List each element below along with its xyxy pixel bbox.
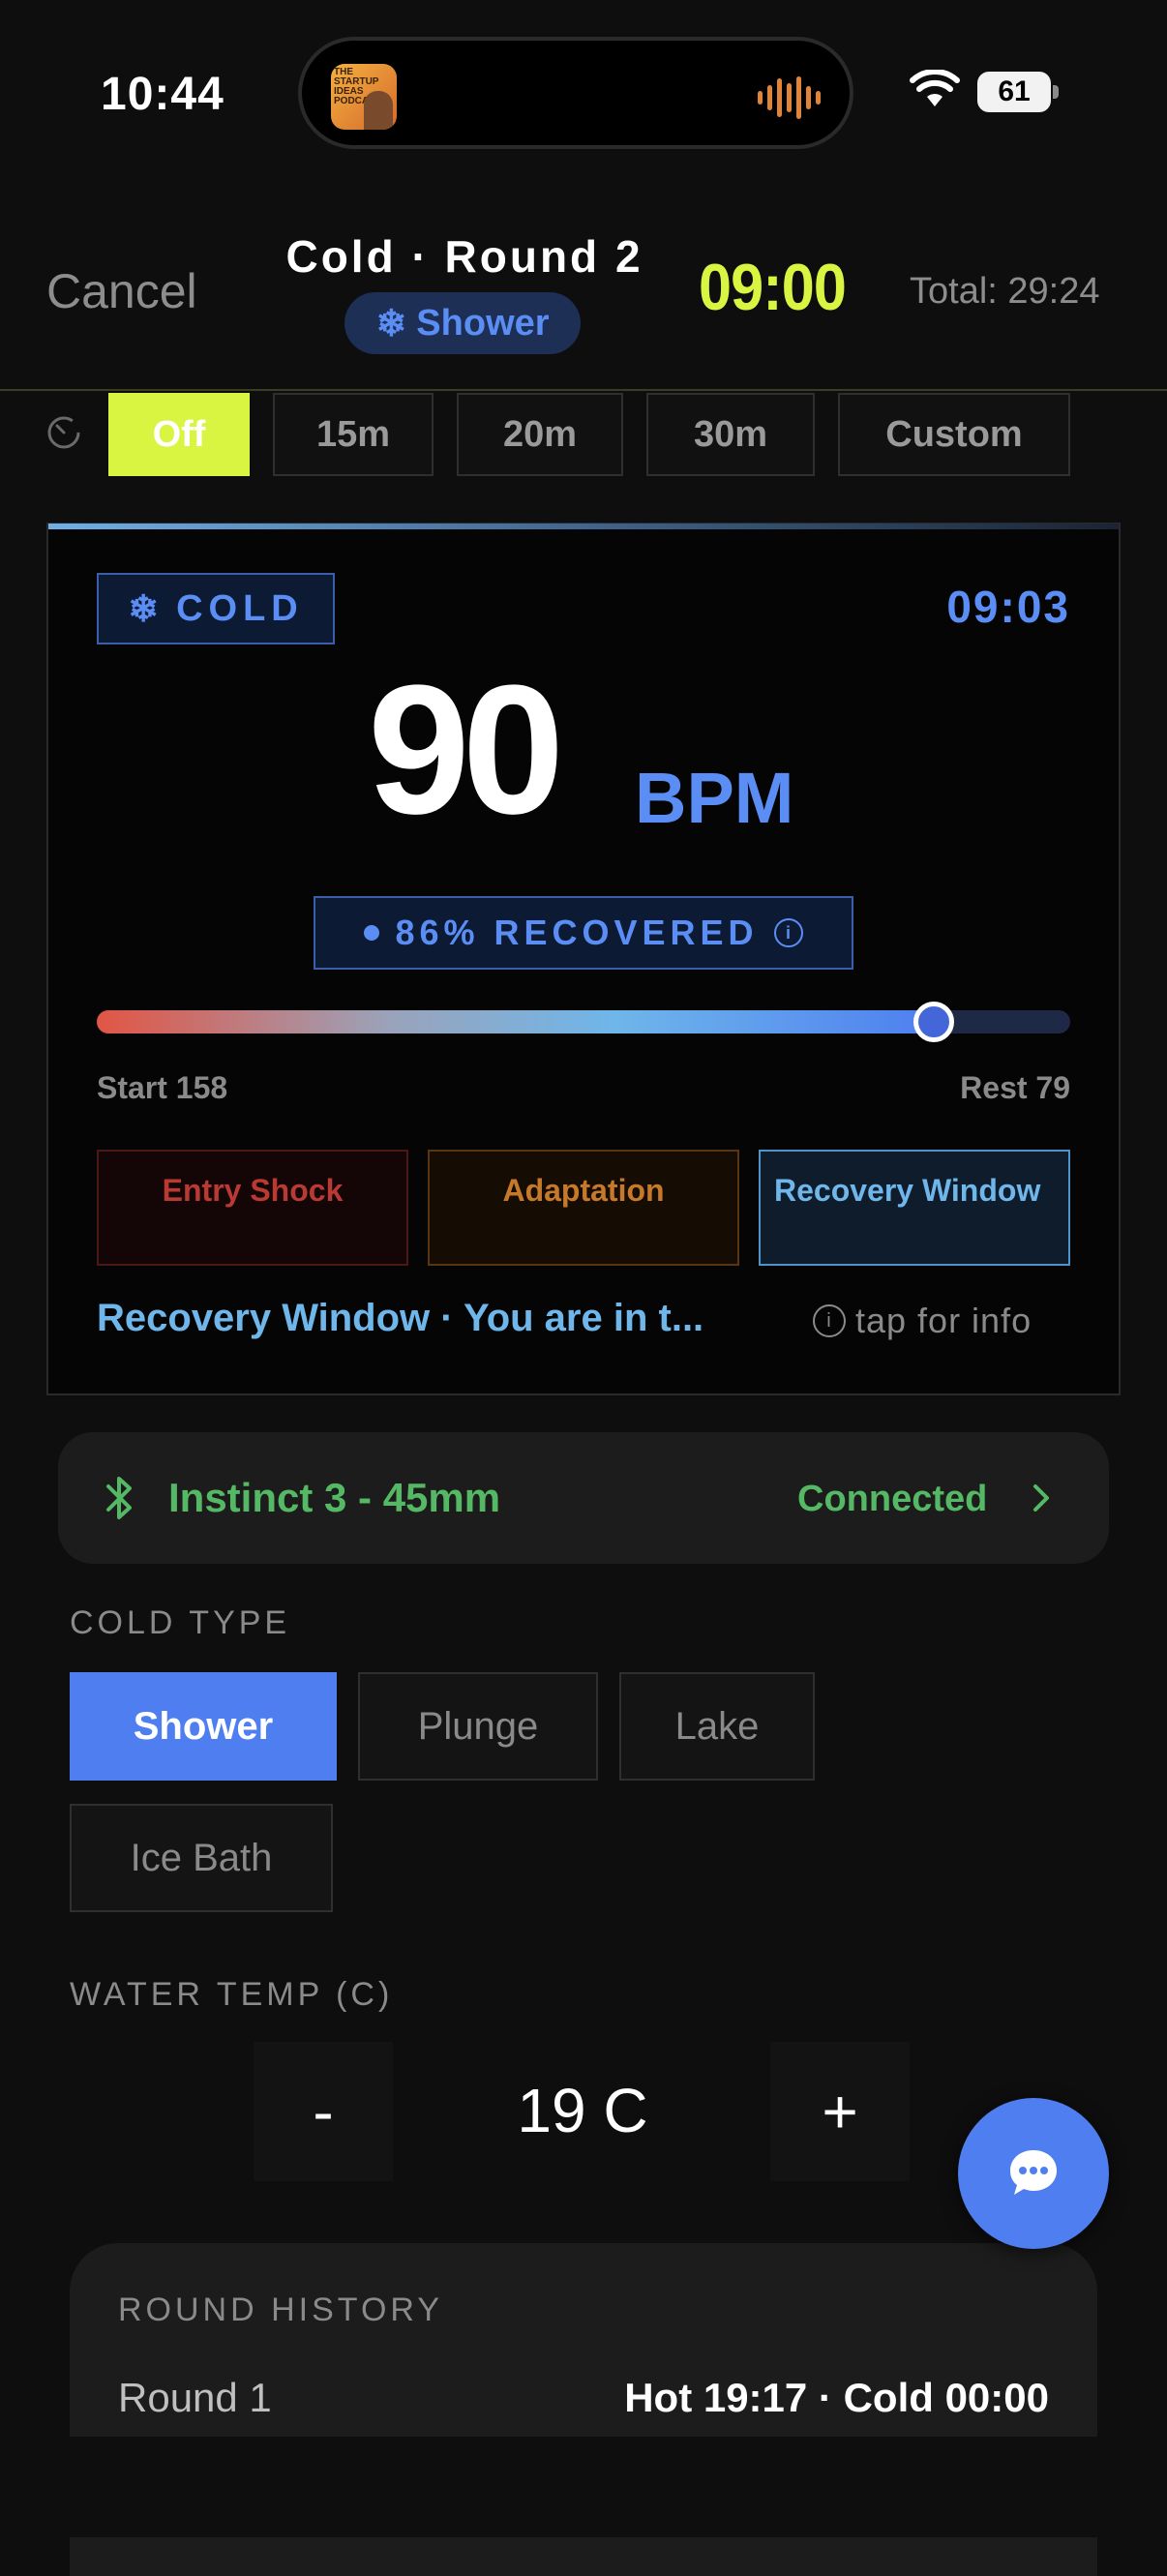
info-icon[interactable]: i bbox=[773, 918, 803, 947]
status-time: 10:44 bbox=[101, 69, 224, 120]
podcast-artwork: THE STARTUP IDEAS PODCAST bbox=[331, 64, 397, 130]
type-pill-label: Shower bbox=[416, 302, 550, 344]
timer-option-20m[interactable]: 20m bbox=[457, 393, 623, 476]
cancel-button[interactable]: Cancel bbox=[46, 263, 197, 319]
info-icon: i bbox=[813, 1304, 846, 1337]
tap-for-info[interactable]: i tap for info bbox=[813, 1301, 1032, 1341]
elapsed-timer: 09:03 bbox=[946, 582, 1070, 632]
timer-option-15m[interactable]: 15m bbox=[273, 393, 434, 476]
battery-icon: 61 bbox=[977, 72, 1051, 112]
tap-info-label: tap for info bbox=[855, 1301, 1032, 1340]
timer-option-custom[interactable]: Custom bbox=[838, 393, 1070, 476]
history-round-times: Hot 19:17 · Cold 00:00 bbox=[624, 2375, 1049, 2420]
status-dot bbox=[364, 925, 380, 941]
bottom-cutoff bbox=[0, 2437, 1167, 2537]
phase-description[interactable]: Recovery Window · You are in t... bbox=[97, 1297, 793, 1340]
cold-type-plunge[interactable]: Plunge bbox=[358, 1672, 598, 1781]
dynamic-island[interactable]: THE STARTUP IDEAS PODCAST bbox=[298, 37, 853, 149]
heart-rate-unit: BPM bbox=[635, 758, 794, 838]
round-history-label: ROUND HISTORY bbox=[118, 2291, 444, 2328]
phase-recovery-window[interactable]: Recovery Window bbox=[759, 1150, 1070, 1266]
cold-badge-label: COLD bbox=[176, 587, 304, 629]
rest-hr-label: Rest 79 bbox=[960, 1070, 1070, 1105]
start-hr-label: Start 158 bbox=[97, 1070, 228, 1105]
recovered-badge[interactable]: 86% RECOVERED i bbox=[314, 896, 853, 970]
cold-type-shower[interactable]: Shower bbox=[70, 1672, 337, 1781]
countdown-timer: 09:00 bbox=[699, 251, 847, 324]
total-time: Total: 29:24 bbox=[910, 271, 1100, 312]
phase-adaptation[interactable]: Adaptation bbox=[428, 1150, 739, 1266]
chat-icon bbox=[1010, 2150, 1057, 2195]
chevron-right-icon bbox=[1033, 1484, 1049, 1512]
snowflake-icon: ❄ bbox=[375, 303, 407, 344]
recovery-slider-thumb[interactable] bbox=[913, 1002, 955, 1042]
temp-increment-button[interactable]: + bbox=[770, 2042, 910, 2181]
wifi-icon bbox=[910, 70, 960, 106]
device-row[interactable]: Instinct 3 - 45mm Connected bbox=[58, 1432, 1109, 1564]
device-status: Connected bbox=[797, 1479, 988, 1519]
audio-waveform-icon bbox=[758, 75, 821, 120]
round-title: Cold · Round 2 bbox=[285, 231, 643, 282]
chat-button[interactable] bbox=[958, 2098, 1109, 2249]
cold-type-lake[interactable]: Lake bbox=[619, 1672, 815, 1781]
water-temp-value: 19 C bbox=[517, 2076, 648, 2145]
header-divider bbox=[0, 389, 1167, 391]
timer-option-off[interactable]: Off bbox=[108, 393, 250, 476]
timer-option-30m[interactable]: 30m bbox=[646, 393, 815, 476]
history-round-name: Round 1 bbox=[118, 2375, 272, 2420]
water-temp-label: WATER TEMP (C) bbox=[70, 1976, 394, 2013]
device-name: Instinct 3 - 45mm bbox=[168, 1475, 501, 1520]
bluetooth-icon bbox=[106, 1477, 132, 1519]
cold-type-label: COLD TYPE bbox=[70, 1604, 291, 1641]
cold-type-ice-bath[interactable]: Ice Bath bbox=[70, 1804, 333, 1912]
heart-rate-value: 90 bbox=[368, 647, 564, 853]
phase-entry-shock[interactable]: Entry Shock bbox=[97, 1150, 408, 1266]
temp-decrement-button[interactable]: - bbox=[254, 2042, 393, 2181]
timer-icon bbox=[47, 416, 80, 449]
recovery-slider-fill bbox=[97, 1010, 935, 1033]
type-pill: ❄ Shower bbox=[344, 292, 581, 354]
cold-badge: ❄ COLD bbox=[97, 573, 335, 644]
recovered-text: 86% RECOVERED bbox=[395, 913, 759, 952]
snowflake-icon: ❄ bbox=[128, 588, 165, 630]
card-accent-line bbox=[48, 524, 1119, 529]
battery-nub bbox=[1053, 85, 1059, 99]
